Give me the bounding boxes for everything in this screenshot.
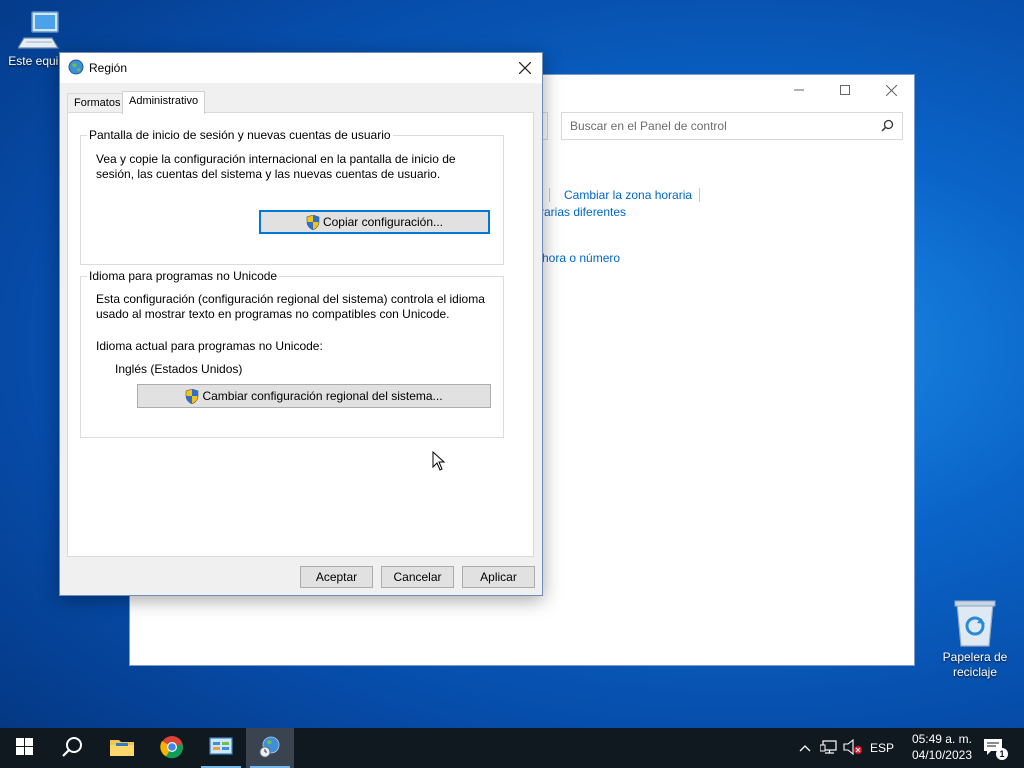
dialog-title: Región [89, 61, 128, 75]
recycle-bin-icon [937, 600, 1013, 650]
current-language-value: Inglés (Estados Unidos) [115, 362, 243, 376]
start-icon [15, 738, 33, 758]
taskbar-search-button[interactable] [48, 728, 96, 768]
input-language-indicator[interactable]: ESP [866, 728, 898, 768]
cancel-button[interactable]: Cancelar [381, 566, 454, 588]
file-explorer-icon [110, 737, 134, 760]
volume-button[interactable] [842, 728, 864, 768]
tab-administrativo[interactable]: Administrativo [122, 91, 206, 114]
notification-icon: 1 [983, 738, 1008, 760]
region-icon [258, 735, 282, 762]
chevron-up-icon [799, 741, 811, 755]
taskbar: ESP 05:49 a. m. 04/10/2023 1 [0, 728, 1024, 768]
copy-settings-button[interactable]: Copiar configuración... [259, 210, 490, 234]
minimize-icon[interactable] [776, 75, 822, 105]
chrome-icon [160, 735, 184, 762]
login-settings-group: Pantalla de inicio de sesión y nuevas cu… [80, 128, 504, 265]
group-title: Pantalla de inicio de sesión y nuevas cu… [87, 128, 393, 142]
volume-muted-icon [843, 738, 863, 758]
clock-date: 04/10/2023 [911, 748, 972, 762]
non-unicode-group: Idioma para programas no Unicode Esta co… [80, 269, 504, 438]
group-description-line: usado al mostrar texto en programas no c… [96, 307, 450, 321]
change-system-locale-button[interactable]: Cambiar configuración regional del siste… [137, 384, 491, 408]
notification-count-badge: 1 [996, 748, 1008, 760]
button-label: Cambiar configuración regional del siste… [202, 389, 443, 403]
clock[interactable]: 05:49 a. m. 04/10/2023 [912, 731, 972, 763]
link-separator [699, 188, 700, 202]
uac-shield-icon [306, 214, 320, 230]
desktop-icon-recycle-bin[interactable]: Papelera de reciclaje [937, 600, 1013, 680]
search-input[interactable]: Buscar en el Panel de control [561, 112, 903, 140]
search-icon [61, 736, 83, 761]
tab-formatos[interactable]: Formatos [67, 93, 128, 113]
group-description-line: Vea y copie la configuración internacion… [96, 152, 456, 166]
search-placeholder: Buscar en el Panel de control [570, 119, 727, 133]
taskbar-file-explorer[interactable] [98, 728, 146, 768]
taskbar-chrome[interactable] [148, 728, 196, 768]
change-timezone-link[interactable]: Cambiar la zona horaria [564, 188, 692, 202]
uac-shield-icon [185, 388, 199, 404]
group-description-line: sesión, las cuentas del sistema y las nu… [96, 167, 441, 181]
ok-button[interactable]: Aceptar [300, 566, 373, 588]
window-caption-buttons [776, 75, 914, 105]
group-title: Idioma para programas no Unicode [87, 269, 280, 283]
desktop-icon-label: Papelera de reciclaje [942, 650, 1008, 679]
apply-button[interactable]: Aplicar [462, 566, 535, 588]
close-icon[interactable] [868, 75, 914, 105]
network-icon [819, 739, 838, 758]
search-icon [881, 119, 894, 135]
clock-time: 05:49 a. m. [911, 732, 972, 746]
close-icon[interactable] [508, 53, 542, 83]
date-time-number-link[interactable]: hora o número [542, 251, 620, 265]
mouse-cursor-icon [432, 450, 446, 474]
globe-icon [68, 59, 84, 78]
different-timezones-link[interactable]: rarias diferentes [540, 205, 626, 219]
computer-icon [2, 8, 78, 54]
dialog-titlebar[interactable]: Región [60, 53, 542, 83]
taskbar-control-panel[interactable] [197, 728, 245, 768]
control-panel-icon [209, 736, 233, 760]
button-label: Copiar configuración... [322, 215, 444, 229]
network-status-button[interactable] [818, 728, 840, 768]
region-dialog[interactable]: Región Formatos Administrativo Pantalla … [59, 52, 543, 596]
start-button[interactable] [0, 728, 48, 768]
current-language-label: Idioma actual para programas no Unicode: [96, 339, 323, 353]
action-center-button[interactable]: 1 [978, 728, 1010, 768]
taskbar-region[interactable] [246, 728, 294, 768]
tab-panel-administrativo: Pantalla de inicio de sesión y nuevas cu… [67, 112, 534, 557]
group-description-line: Esta configuración (configuración region… [96, 292, 485, 306]
maximize-icon[interactable] [822, 75, 868, 105]
link-separator [549, 188, 550, 202]
show-hidden-icons-button[interactable] [796, 728, 814, 768]
